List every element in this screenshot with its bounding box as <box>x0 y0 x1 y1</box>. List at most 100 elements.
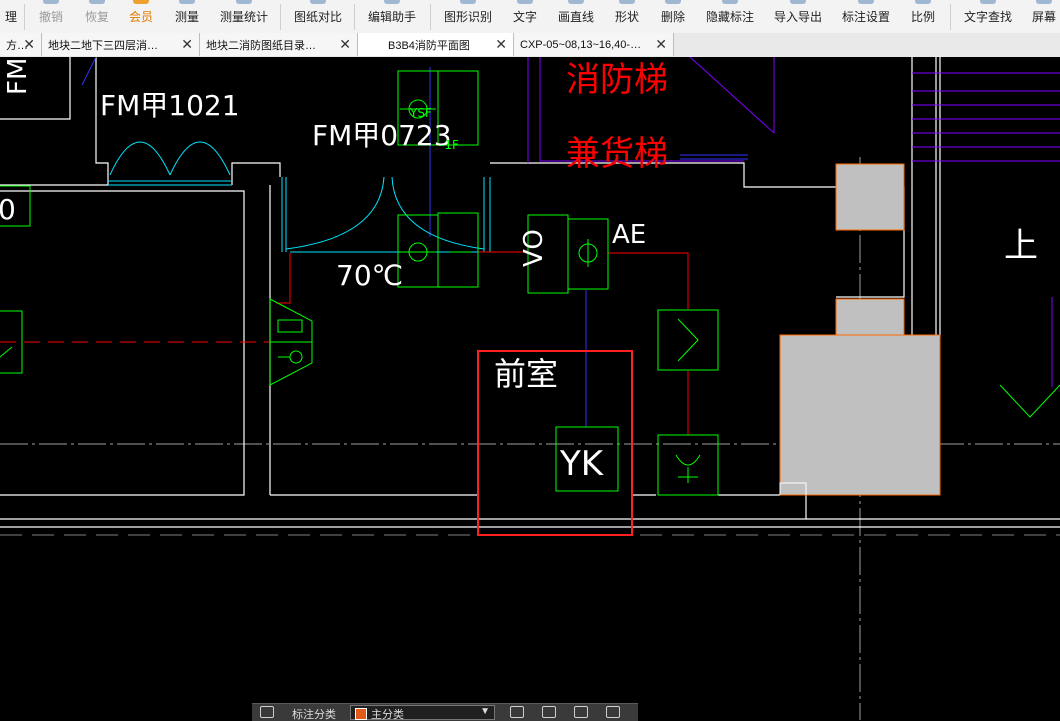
screen-button[interactable]: 屏幕 <box>1028 0 1060 33</box>
search-icon <box>980 0 996 4</box>
toolbar-manage-button[interactable]: 理 <box>0 0 22 33</box>
scale-icon <box>915 0 931 4</box>
fm-top-text: FM <box>3 58 33 95</box>
toolbar-label: 撤销 <box>38 10 63 24</box>
redo-icon <box>89 0 105 4</box>
yk-text: YK <box>559 444 605 484</box>
close-icon[interactable]: ✕ <box>655 36 667 53</box>
ruler-icon <box>179 0 195 4</box>
ae-text: AE <box>612 220 646 250</box>
category-color-swatch <box>355 708 367 720</box>
undo-button[interactable]: 撤销 <box>34 0 68 33</box>
panel-grip-icon[interactable] <box>260 706 274 718</box>
member-icon <box>133 0 149 4</box>
fire-elevator-text: 消防梯 <box>566 60 668 100</box>
hide-annotation-button[interactable]: 隐藏标注 <box>702 0 758 33</box>
tab-document-2[interactable]: 地块二地下三四层消… ✕ <box>42 33 200 56</box>
text-search-button[interactable]: 文字查找 <box>960 0 1016 33</box>
freight-elevator-text: 兼货梯 <box>566 134 668 174</box>
tab-document-4[interactable]: B3B4消防平面图 ✕ <box>358 33 514 56</box>
measure-stats-button[interactable]: 测量统计 <box>216 0 272 33</box>
edit-icon <box>384 0 400 4</box>
doors <box>108 141 491 253</box>
line-icon <box>568 0 584 4</box>
toolbar-label: 恢复 <box>84 10 109 24</box>
toolbar-label: 画直线 <box>557 10 594 24</box>
close-icon[interactable]: ✕ <box>495 36 507 53</box>
import-export-icon <box>790 0 806 4</box>
close-icon[interactable]: ✕ <box>181 36 193 53</box>
toolbar-separator <box>430 4 431 30</box>
trash-icon <box>665 0 681 4</box>
room-label: 前室 <box>494 355 558 393</box>
document-tab-bar: 方… ✕ 地块二地下三四层消… ✕ 地块二消防图纸目录… ✕ B3B4消防平面图 ✕ C… <box>0 33 1060 58</box>
measure-button[interactable]: 测量 <box>170 0 204 33</box>
tab-document-1[interactable]: 方… ✕ <box>0 33 42 56</box>
pencil-icon[interactable] <box>510 706 524 718</box>
toolbar-label: 会员 <box>128 10 153 24</box>
category-label: 标注分类 <box>292 709 336 721</box>
tab-label: 地块二消防图纸目录… <box>206 39 316 52</box>
shape-recognition-button[interactable]: 图形识别 <box>440 0 496 33</box>
delete-button[interactable]: 删除 <box>656 0 690 33</box>
toolbar-label: 隐藏标注 <box>705 10 754 24</box>
toolbar-label: 编辑助手 <box>367 10 416 24</box>
hide-icon <box>722 0 738 4</box>
cad-drawing: FM FM甲1021 FM甲0723 YSF -1F 消防梯 兼货梯 70℃ A… <box>0 57 1060 720</box>
category-select[interactable]: 主分类 ▼ <box>350 705 495 721</box>
equipment-vo-text: VO <box>519 229 549 267</box>
category-selected-value: 主分类 <box>371 709 404 721</box>
toolbar-separator <box>950 4 951 30</box>
toolbar-label: 图形识别 <box>443 10 492 24</box>
door-label-fm1021: FM甲1021 <box>100 89 240 122</box>
toolbar-label: 理 <box>4 10 17 24</box>
import-export-button[interactable]: 导入导出 <box>770 0 826 33</box>
annotation-category-panel: 标注分类 主分类 ▼ <box>252 703 498 721</box>
tab-label: CXP-05~08,13~16,40-… <box>520 38 642 51</box>
toolbar-label: 测量统计 <box>219 10 268 24</box>
recognition-icon <box>460 0 476 4</box>
panel-actions <box>498 703 638 721</box>
copy-icon[interactable] <box>574 706 588 718</box>
move-icon[interactable] <box>542 706 556 718</box>
toolbar-label: 屏幕 <box>1031 10 1056 24</box>
door-label-fm0723: FM甲0723 <box>312 119 452 152</box>
annotation-settings-button[interactable]: 标注设置 <box>838 0 894 33</box>
redo-button[interactable]: 恢复 <box>80 0 114 33</box>
toolbar-label: 比例 <box>910 10 935 24</box>
text-button[interactable]: 文字 <box>508 0 542 33</box>
left-number-text: 0 <box>0 193 16 226</box>
main-toolbar: 理 撤销 恢复 会员 测量 测量统计 图纸对比 编辑助手 图形识别 文字 画直线… <box>0 0 1060 34</box>
trash-icon[interactable] <box>606 706 620 718</box>
toolbar-label: 文字查找 <box>963 10 1012 24</box>
drawing-canvas[interactable]: FM FM甲1021 FM甲0723 YSF -1F 消防梯 兼货梯 70℃ A… <box>0 57 1060 720</box>
toolbar-label: 测量 <box>174 10 199 24</box>
member-button[interactable]: 会员 <box>124 0 158 33</box>
stats-icon <box>236 0 252 4</box>
columns <box>779 163 941 496</box>
draw-line-button[interactable]: 画直线 <box>554 0 598 33</box>
shape-icon <box>619 0 635 4</box>
edit-assistant-button[interactable]: 编辑助手 <box>364 0 420 33</box>
shape-button[interactable]: 形状 <box>610 0 644 33</box>
compare-icon <box>310 0 326 4</box>
toolbar-separator <box>280 4 281 30</box>
scale-button[interactable]: 比例 <box>906 0 940 33</box>
tab-label: B3B4消防平面图 <box>388 39 470 52</box>
tab-document-5[interactable]: CXP-05~08,13~16,40-… ✕ <box>514 33 674 56</box>
tab-document-3[interactable]: 地块二消防图纸目录… ✕ <box>200 33 358 56</box>
floor-text: -1F <box>440 138 459 152</box>
toolbar-label: 图纸对比 <box>293 10 342 24</box>
text-icon <box>517 0 533 4</box>
chevron-down-icon: ▼ <box>480 706 490 717</box>
stair-up-text: 上 <box>1004 226 1038 266</box>
toolbar-label: 标注设置 <box>841 10 890 24</box>
ysf-text: YSF <box>409 106 432 120</box>
toolbar-label: 文字 <box>512 10 537 24</box>
close-icon[interactable]: ✕ <box>339 36 351 53</box>
toolbar-label: 导入导出 <box>773 10 822 24</box>
toolbar-label: 删除 <box>660 10 685 24</box>
drawing-compare-button[interactable]: 图纸对比 <box>290 0 346 33</box>
screen-icon <box>1036 0 1052 4</box>
close-icon[interactable]: ✕ <box>23 36 35 53</box>
